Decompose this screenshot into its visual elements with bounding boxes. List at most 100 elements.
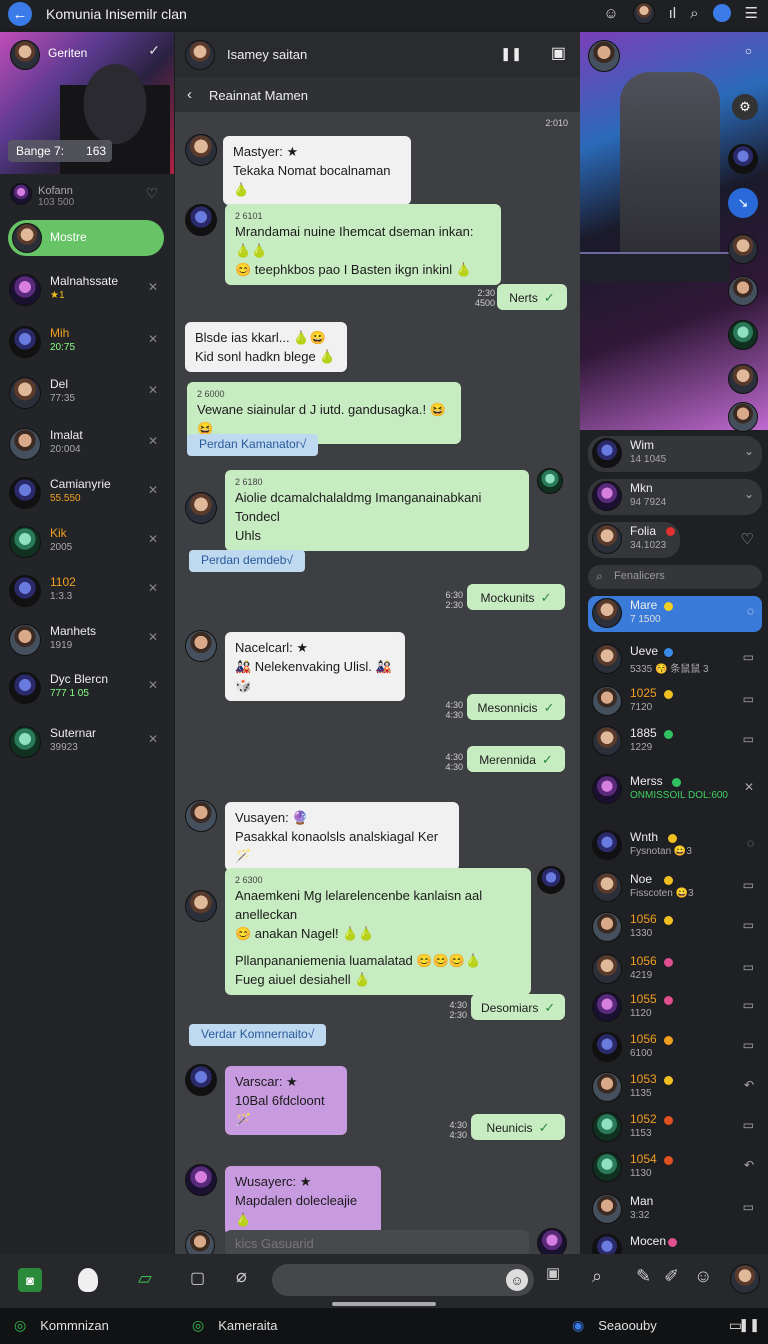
close-icon[interactable]: ✕ (148, 383, 158, 397)
message-icon[interactable]: ▭ (743, 918, 754, 932)
message-bubble[interactable]: Blsde ias kkarl... 🍐😀 Kid sonl hadkn ble… (185, 322, 347, 372)
message-bubble-outgoing[interactable]: Desomiars ✓ (471, 994, 565, 1020)
chat-avatar[interactable] (185, 800, 217, 832)
chat-avatar[interactable] (185, 890, 217, 922)
contact-row[interactable]: 1055 1120 ▭ (588, 990, 762, 1026)
search-field[interactable]: ⌕ Fenalicers (588, 565, 762, 589)
hero-avatar[interactable] (10, 40, 40, 70)
sidebar-item[interactable]: Mih 20:75 ✕ (0, 318, 174, 368)
sidebar-item-active[interactable]: Mostre (8, 220, 164, 256)
message-bubble-outgoing[interactable]: Mesonnicis ✓ (467, 694, 565, 720)
chat-avatar[interactable] (537, 468, 563, 494)
pen-icon[interactable]: ✎ (636, 1266, 651, 1287)
contact-row-active[interactable]: Mare 7 1500 ◌ (588, 596, 762, 632)
message-bubble[interactable]: 2 6101 Mrandamai nuine Ihemcat dseman in… (225, 204, 501, 285)
nav-item-kameraita[interactable]: ◎ Kameraita (192, 1317, 277, 1334)
message-icon[interactable]: ▭ (743, 878, 754, 892)
chat-avatar[interactable] (537, 1228, 567, 1254)
sidebar-item[interactable]: Malnahssate ★1 ✕ (0, 266, 174, 316)
chat-avatar[interactable] (185, 1230, 215, 1254)
message-icon[interactable]: ▭ (743, 1118, 754, 1132)
sidebar-item[interactable]: Manhets 1919 ✕ (0, 616, 174, 666)
message-icon[interactable]: ▭ (743, 650, 754, 664)
chevron-left-icon[interactable]: ‹ (187, 86, 192, 103)
sidebar-item[interactable]: Imalat 20:004 ✕ (0, 420, 174, 470)
nav-item-kommnizan[interactable]: ◎ Kommnizan (14, 1317, 109, 1334)
pause-icon[interactable]: ❚❚ (500, 46, 522, 62)
menu-icon[interactable]: ☰ (745, 4, 758, 22)
contact-row[interactable]: 1025 7120 ▭ (588, 684, 762, 720)
sidebar-item[interactable]: Dyc Blercn 777 1 05 ✕ (0, 664, 174, 714)
close-icon[interactable]: ✕ (148, 280, 158, 294)
chat-avatar[interactable] (185, 1164, 217, 1196)
close-icon[interactable]: ✕ (148, 332, 158, 346)
message-bubble-outgoing[interactable]: Merennida ✓ (467, 746, 565, 772)
message-bubble-outgoing[interactable]: Mockunits ✓ (467, 584, 565, 610)
contact-row[interactable]: 1056 1330 ▭ (588, 910, 762, 946)
contact-row[interactable]: 1054 1130 ↶ (588, 1150, 762, 1186)
circle-icon[interactable]: ○ (745, 44, 752, 58)
heart-icon[interactable]: ♡ (145, 185, 158, 202)
close-icon[interactable]: ✕ (148, 630, 158, 644)
avatar[interactable] (728, 276, 758, 306)
gallery-icon[interactable]: ▣ (546, 1264, 560, 1282)
sidebar-item[interactable]: Camianyrie 55.550 ✕ (0, 469, 174, 519)
chat-icon[interactable]: ▱ (138, 1268, 152, 1289)
chat-avatar[interactable] (185, 630, 217, 662)
avatar[interactable] (728, 402, 758, 432)
back-button[interactable]: ← (8, 2, 32, 26)
contact-row[interactable]: Mocen (588, 1232, 762, 1254)
contact-row[interactable]: Merss ONMISSOIL DOL:600 ✕ (588, 772, 762, 808)
camera-icon[interactable]: ◙ (18, 1268, 42, 1292)
profile-avatar[interactable] (632, 2, 655, 24)
chat-avatar[interactable] (185, 492, 217, 524)
chevron-down-icon[interactable]: ⌄ (744, 487, 754, 501)
avatar[interactable] (728, 320, 758, 350)
chevron-down-icon[interactable]: ⌄ (744, 444, 754, 458)
sidebar-item[interactable]: 1102 1:3.3 ✕ (0, 567, 174, 617)
message-bubble[interactable]: Nacelcarl: ★ 🎎 Nelekenvaking Ulisl. 🎎🎲 (225, 632, 405, 701)
message-bubble[interactable]: Vusayen: 🔮 Pasakkal konaolsls analskiaga… (225, 802, 459, 871)
message-icon[interactable]: ▭ (743, 1038, 754, 1052)
contact-card[interactable]: Wim 14 1045 ⌄ (588, 436, 762, 472)
search-icon[interactable]: ⌕ (690, 5, 698, 22)
avatar[interactable] (728, 364, 758, 394)
emoji-icon[interactable]: ☺ (506, 1269, 528, 1291)
layout-icon[interactable]: ▣ (551, 43, 566, 63)
attach-icon[interactable]: ⌀ (236, 1266, 247, 1287)
nav-item-seaoouby[interactable]: ◉ Seaoouby (572, 1317, 657, 1334)
message-bubble-outgoing[interactable]: Nerts ✓ (497, 284, 567, 310)
chat-avatar[interactable] (185, 40, 215, 70)
message-icon[interactable]: ▭ (743, 732, 754, 746)
status-icon[interactable]: ◌ (747, 604, 754, 618)
close-icon[interactable]: ✕ (148, 483, 158, 497)
avatar[interactable] (728, 144, 758, 174)
message-bubble[interactable]: 2 6180 Aiolie dcamalchalaldmg Imanganain… (225, 470, 529, 551)
square-icon[interactable]: ▢ (190, 1268, 205, 1288)
heart-icon[interactable]: ♡ (741, 530, 754, 548)
message-icon[interactable]: ▭ (743, 998, 754, 1012)
message-bubble[interactable]: 2 6300 Anaemkeni Mg lelarelencenbe kanla… (225, 868, 531, 995)
reply-icon[interactable]: ↶ (744, 1078, 754, 1092)
close-icon[interactable]: ✕ (148, 581, 158, 595)
contact-card[interactable]: Folia 34.1023 ♡ (588, 522, 762, 558)
user-avatar[interactable] (730, 1264, 760, 1294)
close-icon[interactable]: ✕ (148, 732, 158, 746)
pencil-icon[interactable]: ✐ (664, 1266, 679, 1287)
message-bubble[interactable]: Wusayerc: ★ Mapdalen dolecleajie 🍐 (225, 1166, 381, 1235)
notification-icon[interactable] (712, 4, 731, 22)
sidebar-item[interactable]: Kik 2005 ✕ (0, 518, 174, 568)
share-icon[interactable]: ↘ (728, 188, 758, 218)
settings-icon[interactable]: ⚙ (732, 94, 758, 120)
contact-card[interactable]: Mkn 94 7924 ⌄ (588, 479, 762, 515)
message-icon[interactable]: ▭ (743, 1200, 754, 1214)
sidebar-item[interactable]: Del 77:35 ✕ (0, 369, 174, 419)
message-bubble-outgoing[interactable]: Neunicis ✓ (471, 1114, 565, 1140)
close-icon[interactable]: ✕ (148, 678, 158, 692)
contact-row[interactable]: 1885 1229 ▭ (588, 724, 762, 760)
contact-row[interactable]: Noe Fisscoten 😀3 ▭ (588, 870, 762, 906)
contact-row[interactable]: 1052 1153 ▭ (588, 1110, 762, 1146)
pin-icon[interactable]: ⌕ (592, 1266, 602, 1287)
gamepad-icon[interactable]: ☺ (694, 1266, 712, 1287)
close-icon[interactable]: ✕ (744, 780, 754, 794)
